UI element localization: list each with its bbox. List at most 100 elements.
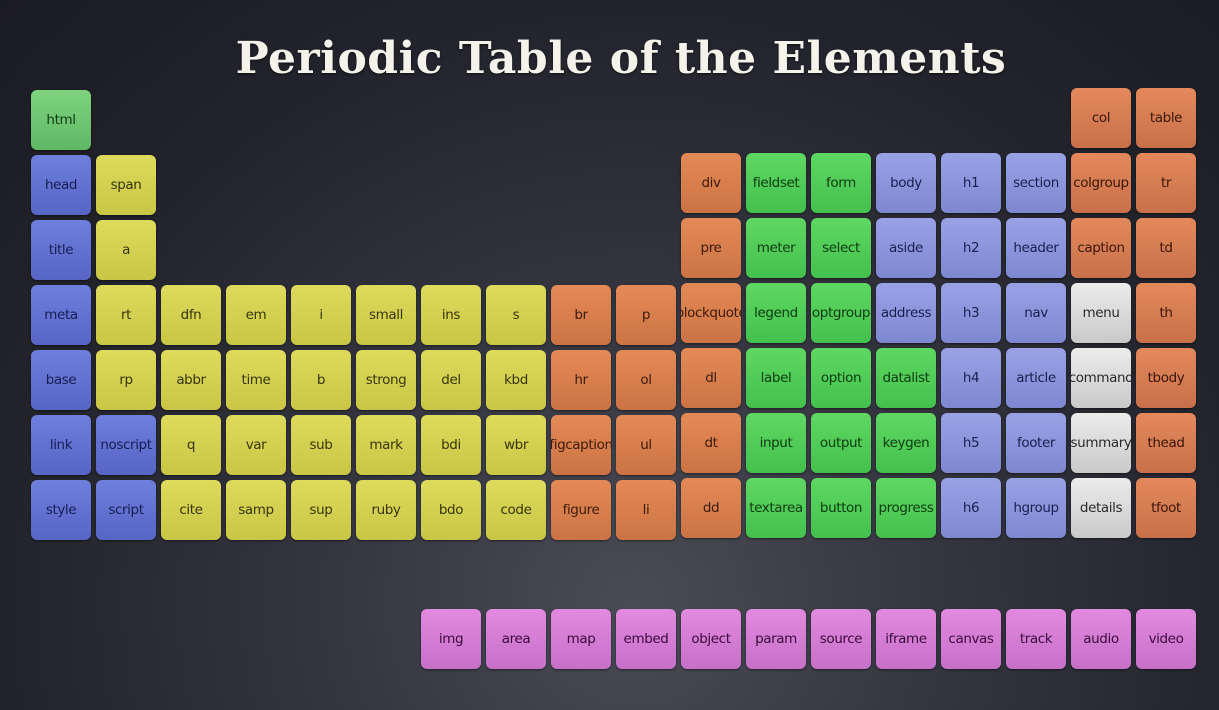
element-tile-meter[interactable]: meter [746,218,806,278]
element-tile-details[interactable]: details [1071,478,1131,538]
element-tile-th[interactable]: th [1136,283,1196,343]
element-tile-abbr[interactable]: abbr [161,350,221,410]
element-tile-ins[interactable]: ins [421,285,481,345]
element-tile-b[interactable]: b [291,350,351,410]
element-tile-h6[interactable]: h6 [941,478,1001,538]
element-tile-ruby[interactable]: ruby [356,480,416,540]
element-tile-h1[interactable]: h1 [941,153,1001,213]
element-tile-colgroup[interactable]: colgroup [1071,153,1131,213]
element-tile-style[interactable]: style [31,480,91,540]
element-tile-a[interactable]: a [96,220,156,280]
element-tile-dt[interactable]: dt [681,413,741,473]
element-tile-figure[interactable]: figure [551,480,611,540]
element-tile-br[interactable]: br [551,285,611,345]
element-tile-img[interactable]: img [421,609,481,669]
element-tile-iframe[interactable]: iframe [876,609,936,669]
element-tile-form[interactable]: form [811,153,871,213]
element-tile-canvas[interactable]: canvas [941,609,1001,669]
element-tile-textarea[interactable]: textarea [746,478,806,538]
element-tile-bdo[interactable]: bdo [421,480,481,540]
element-tile-h2[interactable]: h2 [941,218,1001,278]
element-tile-nav[interactable]: nav [1006,283,1066,343]
element-tile-i[interactable]: i [291,285,351,345]
element-tile-figcaption[interactable]: figcaption [551,415,611,475]
element-tile-s[interactable]: s [486,285,546,345]
element-tile-wbr[interactable]: wbr [486,415,546,475]
element-tile-caption[interactable]: caption [1071,218,1131,278]
element-tile-script[interactable]: script [96,480,156,540]
element-tile-time[interactable]: time [226,350,286,410]
element-tile-meta[interactable]: meta [31,285,91,345]
element-tile-span[interactable]: span [96,155,156,215]
element-tile-mark[interactable]: mark [356,415,416,475]
element-tile-li[interactable]: li [616,480,676,540]
element-tile-cite[interactable]: cite [161,480,221,540]
element-tile-rt[interactable]: rt [96,285,156,345]
element-tile-small[interactable]: small [356,285,416,345]
element-tile-ul[interactable]: ul [616,415,676,475]
element-tile-table[interactable]: table [1136,88,1196,148]
element-tile-header[interactable]: header [1006,218,1066,278]
element-tile-h3[interactable]: h3 [941,283,1001,343]
element-tile-option[interactable]: option [811,348,871,408]
element-tile-track[interactable]: track [1006,609,1066,669]
element-tile-label[interactable]: label [746,348,806,408]
element-tile-address[interactable]: address [876,283,936,343]
element-tile-embed[interactable]: embed [616,609,676,669]
element-tile-head[interactable]: head [31,155,91,215]
element-tile-tfoot[interactable]: tfoot [1136,478,1196,538]
element-tile-aside[interactable]: aside [876,218,936,278]
element-tile-title[interactable]: title [31,220,91,280]
element-tile-pre[interactable]: pre [681,218,741,278]
element-tile-command[interactable]: command [1071,348,1131,408]
element-tile-var[interactable]: var [226,415,286,475]
element-tile-del[interactable]: del [421,350,481,410]
element-tile-blockquote[interactable]: blockquote [681,283,741,343]
element-tile-sup[interactable]: sup [291,480,351,540]
element-tile-summary[interactable]: summary [1071,413,1131,473]
element-tile-datalist[interactable]: datalist [876,348,936,408]
element-tile-thead[interactable]: thead [1136,413,1196,473]
element-tile-col[interactable]: col [1071,88,1131,148]
element-tile-samp[interactable]: samp [226,480,286,540]
element-tile-link[interactable]: link [31,415,91,475]
element-tile-dd[interactable]: dd [681,478,741,538]
element-tile-map[interactable]: map [551,609,611,669]
element-tile-param[interactable]: param [746,609,806,669]
element-tile-audio[interactable]: audio [1071,609,1131,669]
element-tile-p[interactable]: p [616,285,676,345]
element-tile-em[interactable]: em [226,285,286,345]
element-tile-div[interactable]: div [681,153,741,213]
element-tile-ol[interactable]: ol [616,350,676,410]
element-tile-tr[interactable]: tr [1136,153,1196,213]
element-tile-legend[interactable]: legend [746,283,806,343]
element-tile-keygen[interactable]: keygen [876,413,936,473]
element-tile-select[interactable]: select [811,218,871,278]
element-tile-body[interactable]: body [876,153,936,213]
element-tile-hgroup[interactable]: hgroup [1006,478,1066,538]
element-tile-dl[interactable]: dl [681,348,741,408]
element-tile-rp[interactable]: rp [96,350,156,410]
element-tile-output[interactable]: output [811,413,871,473]
element-tile-dfn[interactable]: dfn [161,285,221,345]
element-tile-base[interactable]: base [31,350,91,410]
element-tile-video[interactable]: video [1136,609,1196,669]
element-tile-menu[interactable]: menu [1071,283,1131,343]
element-tile-footer[interactable]: footer [1006,413,1066,473]
element-tile-code[interactable]: code [486,480,546,540]
element-tile-button[interactable]: button [811,478,871,538]
element-tile-hr[interactable]: hr [551,350,611,410]
element-tile-h4[interactable]: h4 [941,348,1001,408]
element-tile-tbody[interactable]: tbody [1136,348,1196,408]
element-tile-h5[interactable]: h5 [941,413,1001,473]
element-tile-td[interactable]: td [1136,218,1196,278]
element-tile-strong[interactable]: strong [356,350,416,410]
element-tile-fieldset[interactable]: fieldset [746,153,806,213]
element-tile-sub[interactable]: sub [291,415,351,475]
element-tile-article[interactable]: article [1006,348,1066,408]
element-tile-bdi[interactable]: bdi [421,415,481,475]
element-tile-html[interactable]: html [31,90,91,150]
element-tile-object[interactable]: object [681,609,741,669]
element-tile-noscript[interactable]: noscript [96,415,156,475]
element-tile-input[interactable]: input [746,413,806,473]
